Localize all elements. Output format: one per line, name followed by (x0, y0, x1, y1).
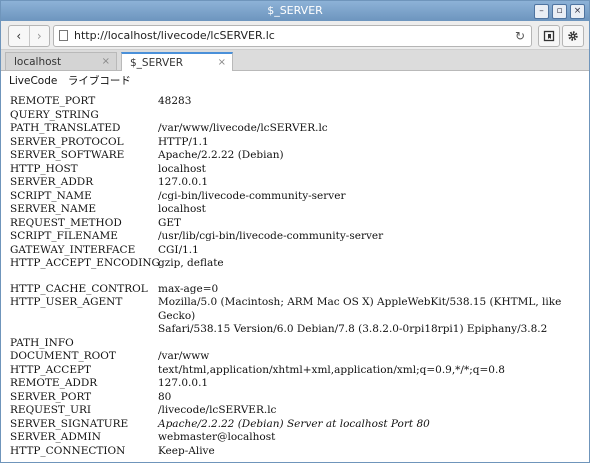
table-row: QUERY_STRING (10, 109, 580, 123)
var-value: CGI/1.1 (158, 243, 199, 256)
var-name: PATH_TRANSLATED (10, 122, 121, 134)
table-row: SERVER_ADDR 127.0.0.1 (10, 176, 580, 190)
var-value: /cgi-bin/livecode-community-server (158, 189, 346, 202)
table-row: SERVER_PORT 80 (10, 391, 580, 405)
var-name: PATH_INFO (10, 336, 74, 349)
title-bar: $_SERVER – ▫ × (1, 1, 589, 21)
var-value: localhost (158, 162, 206, 175)
table-row: HTTP_USER_AGENT Mozilla/5.0 (Macintosh; A… (10, 296, 580, 337)
var-value: 80 (158, 390, 172, 403)
tab-server[interactable]: $_SERVER × (121, 52, 233, 71)
table-row: SERVER_SOFTWARE Apache/2.2.22 (Debian) (10, 149, 580, 163)
table-row: HTTP_ACCEPT text/html,application/xhtml+x… (10, 364, 580, 378)
toolbar: ‹ › http://localhost/livecode/lcSERVER.l… (1, 21, 589, 50)
table-row: DOCUMENT_ROOT/var/www (10, 350, 580, 364)
var-value: 127.0.0.1 (158, 377, 209, 389)
var-value: /var/www (158, 350, 210, 362)
table-row: HTTP_CACHE_CONTROL max-age=0 (10, 283, 580, 297)
var-name: SCRIPT_NAME (10, 189, 92, 202)
var-value: /usr/lib/cgi-bin/livecode-community-serv… (158, 230, 384, 242)
var-value: Keep-Alive (158, 444, 215, 457)
var-value: 127.0.0.1 (158, 176, 209, 188)
var-name: SERVER_PROTOCOL (10, 135, 124, 148)
table-row: SCRIPT_FILENAME/usr/lib/cgi-bin/livecode… (10, 230, 580, 244)
var-name: SERVER_SOFTWARE (10, 149, 125, 161)
var-name: DOCUMENT_ROOT (10, 350, 116, 362)
bookmark-icon (543, 30, 555, 42)
table-row: HTTP_HOST localhost (10, 163, 580, 177)
var-value: Mozilla/5.0 (Macintosh; ARM Mac OS X) Ap… (158, 296, 562, 335)
table-row: PATH_INFO (10, 337, 580, 351)
var-value: 48283 (158, 95, 192, 107)
browser-window: $_SERVER – ▫ × ‹ › http://localhost/live… (0, 0, 590, 463)
tab-label: $_SERVER (130, 57, 184, 69)
var-value: max-age=0 (158, 282, 219, 295)
var-name: SERVER_NAME (10, 203, 96, 215)
var-name: SERVER_SIGNATURE (10, 417, 129, 430)
var-name: QUERY_STRING (10, 108, 99, 121)
var-name: HTTP_CONNECTION (10, 444, 126, 457)
var-name: REMOTE_PORT (10, 95, 96, 107)
table-row: HTTP_ACCEPT_ENCODING gzip, deflate (10, 257, 580, 271)
close-tab-icon[interactable]: × (218, 54, 226, 72)
window-title: $_SERVER (267, 4, 323, 17)
maximize-button[interactable]: ▫ (552, 4, 567, 19)
var-value: /livecode/lcSERVER.lc (158, 404, 277, 416)
var-name: SERVER_PORT (10, 390, 92, 403)
var-name: HTTP_CACHE_CONTROL (10, 282, 148, 295)
settings-button[interactable] (562, 25, 584, 47)
tab-label: localhost (14, 56, 62, 68)
var-name: REQUEST_URI (10, 404, 92, 416)
page-icon (59, 30, 68, 41)
tab-bar: localhost × $_SERVER × (1, 50, 589, 71)
var-value: gzip, deflate (158, 257, 224, 269)
forward-button[interactable]: › (28, 26, 50, 46)
window-controls: – ▫ × (534, 4, 585, 19)
reload-icon[interactable]: ↻ (515, 26, 525, 46)
table-row: HTTP_CONNECTION Keep-Alive (10, 445, 580, 459)
var-value: Apache/2.2.22 (Debian) Server at localho… (158, 417, 430, 430)
close-tab-icon[interactable]: × (102, 53, 110, 71)
var-name: HTTP_HOST (10, 162, 78, 175)
table-row: REQUEST_URI/livecode/lcSERVER.lc (10, 404, 580, 418)
back-button[interactable]: ‹ (9, 26, 29, 46)
var-value: GET (158, 216, 182, 229)
minimize-button[interactable]: – (534, 4, 549, 19)
table-row: SERVER_ADMIN webmaster@localhost (10, 431, 580, 445)
table-row: SERVER_SIGNATURE Apache/2.2.22 (Debian) S… (10, 418, 580, 432)
close-window-button[interactable]: × (570, 4, 585, 19)
server-variable-list: REMOTE_PORT 48283 QUERY_STRING PATH_TRANS… (10, 95, 580, 458)
table-row: REMOTE_PORT 48283 (10, 95, 580, 109)
var-value: /var/www/livecode/lcSERVER.lc (158, 122, 328, 134)
var-name: SERVER_ADMIN (10, 431, 101, 443)
nav-buttons: ‹ › (8, 25, 50, 47)
table-row: SERVER_NAME localhost (10, 203, 580, 217)
var-name: REQUEST_METHOD (10, 216, 122, 229)
table-row: SERVER_PROTOCOL HTTP/1.1 (10, 136, 580, 150)
var-value: localhost (158, 203, 206, 215)
var-value: HTTP/1.1 (158, 135, 209, 148)
var-value: text/html,application/xhtml+xml,applicat… (158, 363, 505, 376)
var-name: SERVER_ADDR (10, 176, 94, 188)
table-row: SCRIPT_NAME/cgi-bin/livecode-community-s… (10, 190, 580, 204)
var-name: HTTP_ACCEPT (10, 363, 92, 376)
var-value: Apache/2.2.22 (Debian) (158, 149, 284, 161)
var-name: SCRIPT_FILENAME (10, 230, 118, 242)
var-name: GATEWAY_INTERFACE (10, 243, 136, 256)
gear-icon (568, 31, 578, 41)
table-row: REQUEST_METHOD GET (10, 217, 580, 231)
var-value: webmaster@localhost (158, 431, 276, 443)
address-bar[interactable]: http://localhost/livecode/lcSERVER.lc ↻ (53, 25, 532, 47)
page-heading: LiveCode ライブコード (9, 75, 131, 87)
bookmark-button[interactable] (538, 25, 560, 47)
table-row: REMOTE_ADDR 127.0.0.1 (10, 377, 580, 391)
var-name: HTTP_USER_AGENT (10, 296, 123, 308)
url-text[interactable]: http://localhost/livecode/lcSERVER.lc (74, 26, 275, 46)
var-name: REMOTE_ADDR (10, 377, 98, 389)
table-row: GATEWAY_INTERFACE CGI/1.1 (10, 244, 580, 258)
page-content: LiveCode ライブコード REMOTE_PORT 48283 QUERY_S… (1, 71, 589, 462)
table-row: PATH_TRANSLATED/var/www/livecode/lcSERVE… (10, 122, 580, 136)
tab-localhost[interactable]: localhost × (5, 52, 117, 70)
var-name: HTTP_ACCEPT_ENCODING (10, 257, 160, 269)
